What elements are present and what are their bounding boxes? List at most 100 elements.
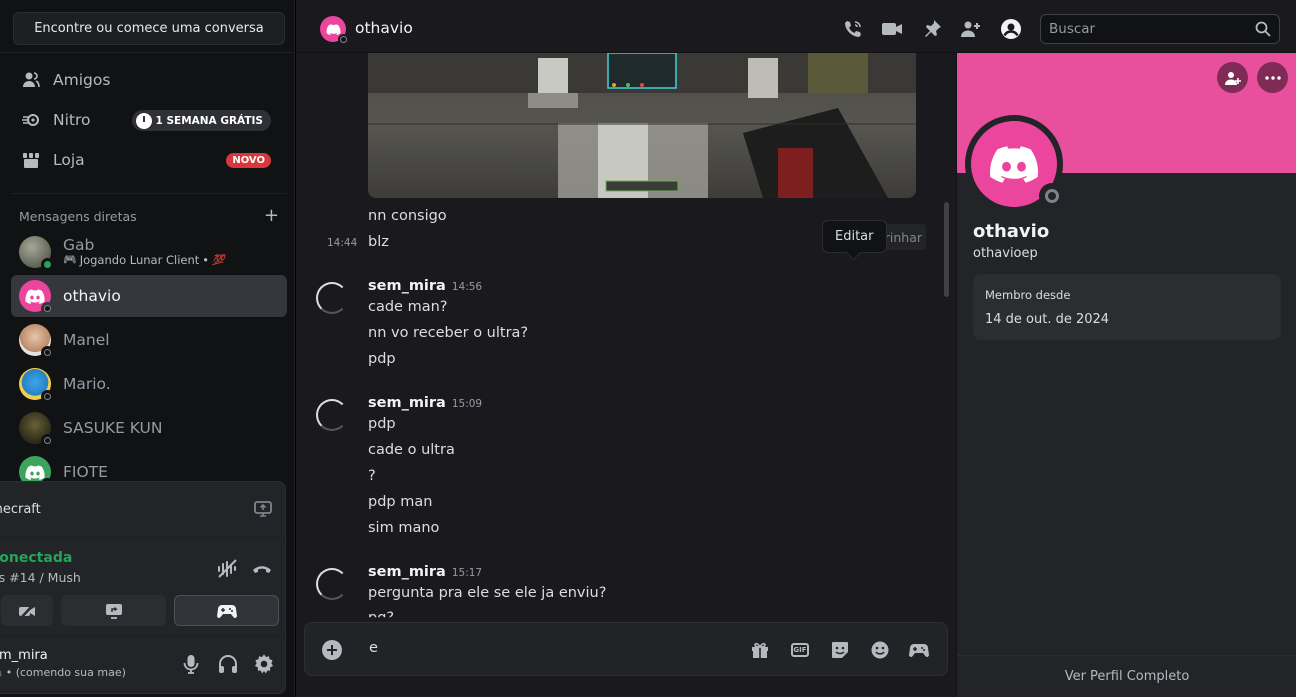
avatar[interactable] — [316, 399, 348, 431]
activity-row: inecraft — [0, 482, 287, 538]
dm-name: Mario. — [63, 375, 111, 393]
screen-share-icon[interactable] — [253, 499, 273, 519]
message-text: nn vo receber o ultra? — [368, 325, 529, 341]
profile-username: othavioep — [973, 246, 1038, 261]
attach-plus-icon[interactable] — [321, 639, 343, 661]
voice-connected-status[interactable]: conectada — [0, 550, 72, 566]
gamepad-icon: 🎮 — [63, 253, 77, 267]
message-author[interactable]: sem_mira 14:56 — [368, 278, 482, 294]
dm-activity-text: Jogando Lunar Client — [79, 253, 200, 268]
discord-logo-icon — [990, 146, 1038, 183]
message-input[interactable]: e — [369, 640, 378, 656]
dm-item-manel[interactable]: Manel — [11, 319, 287, 361]
voice-channel-name[interactable]: as #14 / Mush — [0, 570, 81, 585]
activity-button[interactable] — [174, 595, 279, 626]
camera-button[interactable] — [1, 595, 53, 626]
message-author-name: sem_mira — [368, 564, 446, 580]
dm-name: SASUKE KUN — [63, 419, 163, 437]
pin-icon[interactable] — [921, 18, 943, 40]
headphones-icon[interactable] — [217, 653, 239, 675]
nav-nitro-label: Nitro — [53, 111, 91, 129]
chat-area: othavio Buscar nn consigo 14:44 blz rinh… — [296, 0, 1296, 697]
settings-gear-icon[interactable] — [253, 653, 275, 675]
avatar — [19, 236, 54, 271]
avatar[interactable] — [316, 282, 348, 314]
dm-item-mario[interactable]: Mario. — [11, 363, 287, 405]
avatar — [19, 280, 54, 315]
edit-tooltip: Editar — [822, 220, 887, 253]
message-composer[interactable]: e GIF — [304, 622, 948, 676]
gamepad-icon — [216, 604, 237, 618]
scrollbar[interactable] — [944, 202, 949, 297]
message-text: ? — [368, 468, 376, 484]
microphone-icon[interactable] — [181, 653, 203, 675]
current-user-name[interactable]: em_mira — [0, 648, 48, 663]
nitro-icon — [21, 110, 41, 130]
activities-gamepad-icon[interactable] — [908, 639, 930, 661]
more-options-button[interactable] — [1257, 62, 1288, 93]
message-text: cade o ultra — [368, 442, 455, 458]
add-friend-icon — [1224, 71, 1241, 85]
dm-name: Manel — [63, 331, 110, 349]
nav-nitro[interactable]: Nitro 1 SEMANA GRÁTIS — [11, 101, 287, 139]
message-timestamp: 14:56 — [451, 281, 483, 293]
message-timestamp: 15:17 — [451, 567, 483, 579]
find-conversation-button[interactable]: Encontre ou comece uma conversa — [13, 12, 285, 45]
dm-item-othavio[interactable]: othavio — [11, 275, 287, 317]
sticker-icon[interactable] — [829, 639, 851, 661]
add-friends-to-dm-icon[interactable] — [960, 18, 982, 40]
divider — [11, 193, 287, 194]
nitro-trial-badge: 1 SEMANA GRÁTIS — [131, 110, 271, 131]
gamepad-icon: 🎮 — [0, 669, 2, 679]
message-author-name: sem_mira — [368, 395, 446, 411]
current-user-status: 🎮 • (comendo sua mae) — [0, 666, 126, 679]
dm-item-gab[interactable]: Gab 🎮 Jogando Lunar Client • 💯 — [11, 231, 287, 273]
avatar[interactable] — [320, 16, 349, 45]
add-friend-button[interactable] — [1217, 62, 1248, 93]
member-since-label: Membro desde — [985, 288, 1071, 302]
create-dm-icon[interactable]: + — [264, 205, 279, 226]
dm-name: othavio — [63, 287, 121, 305]
ellipsis-icon — [1264, 75, 1281, 80]
dm-item-sasuke-kun[interactable]: SASUKE KUN — [11, 407, 287, 449]
message-text: pdp man — [368, 494, 433, 510]
emoji-icon[interactable] — [869, 639, 891, 661]
avatar — [19, 324, 54, 359]
message-author[interactable]: sem_mira 15:17 — [368, 564, 482, 580]
profile-avatar[interactable] — [965, 115, 1065, 213]
message-timestamp: 14:44 — [327, 237, 358, 249]
dm-activity: 🎮 Jogando Lunar Client • 💯 — [63, 254, 225, 267]
share-screen-button[interactable] — [61, 595, 166, 626]
message-text: pergunta pra ele se ele ja enviu? — [368, 585, 607, 601]
member-since-card: Membro desde 14 de out. de 2024 — [973, 274, 1281, 340]
discord-logo-icon — [25, 464, 45, 480]
message-text: pdp — [368, 351, 396, 367]
gift-icon[interactable] — [749, 639, 771, 661]
hundred-emoji: 💯 — [212, 255, 225, 267]
user-profile-panel: othavio othavioep Membro desde 14 de out… — [956, 53, 1296, 697]
discord-logo-icon — [325, 23, 341, 35]
gif-icon[interactable]: GIF — [789, 639, 811, 661]
shop-icon — [21, 150, 41, 170]
new-badge: NOVO — [226, 153, 271, 168]
noise-suppression-icon[interactable] — [216, 557, 238, 579]
avatar[interactable] — [316, 568, 348, 600]
dm-activity-separator: • — [202, 253, 210, 268]
divider — [0, 635, 287, 636]
user-profile-toggle-icon[interactable] — [1000, 18, 1022, 40]
status-offline-indicator — [41, 302, 54, 315]
dm-name: FIOTE — [63, 463, 108, 481]
attached-image[interactable] — [368, 53, 916, 198]
dm-section-title: Mensagens diretas — [19, 208, 137, 224]
voice-call-icon[interactable] — [842, 18, 864, 40]
message-author[interactable]: sem_mira 15:09 — [368, 395, 482, 411]
activity-game-name: inecraft — [0, 502, 41, 517]
message-text: nn consigo — [368, 208, 447, 224]
message-action-button[interactable]: rinhar — [880, 224, 926, 250]
search-input[interactable]: Buscar — [1040, 14, 1280, 44]
nav-shop[interactable]: Loja NOVO — [11, 141, 287, 179]
nav-friends[interactable]: Amigos — [11, 61, 287, 99]
video-call-icon[interactable] — [881, 18, 903, 40]
view-full-profile-button[interactable]: Ver Perfil Completo — [957, 655, 1296, 697]
disconnect-call-icon[interactable] — [251, 557, 273, 579]
